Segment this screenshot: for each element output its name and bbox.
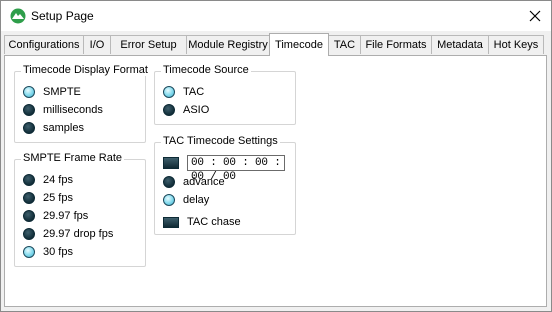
radio-samples[interactable]: samples xyxy=(23,120,84,136)
timecode-input[interactable]: 00 : 00 : 00 : 00 / 00 xyxy=(187,155,285,183)
frame-rate-group: SMPTE Frame Rate 24 fps 25 fps 29.97 fps… xyxy=(14,152,146,267)
tab-io[interactable]: I/O xyxy=(83,35,111,54)
timecode-source-group: Timecode Source TAC ASIO xyxy=(154,64,296,125)
tac-settings-title: TAC Timecode Settings xyxy=(161,135,280,147)
radio-30fps[interactable]: 30 fps xyxy=(23,244,73,260)
radio-source-tac[interactable]: TAC xyxy=(163,84,204,100)
tab-error-setup[interactable]: Error Setup xyxy=(110,35,187,54)
window-title: Setup Page xyxy=(31,9,94,23)
radio-led-icon xyxy=(23,228,35,240)
title-bar: Setup Page xyxy=(1,1,551,31)
setup-window: Setup Page Configurations I/O Error Setu… xyxy=(0,0,552,312)
radio-delay[interactable]: delay xyxy=(163,192,209,208)
radio-milliseconds[interactable]: milliseconds xyxy=(23,102,103,118)
display-format-title: Timecode Display Format xyxy=(21,64,150,76)
radio-2997-drop-fps[interactable]: 29.97 drop fps xyxy=(23,226,113,242)
radio-led-icon xyxy=(23,246,35,258)
tab-file-formats[interactable]: File Formats xyxy=(360,35,432,54)
tab-strip: Configurations I/O Error Setup Module Re… xyxy=(4,33,549,56)
tac-chase-toggle[interactable]: TAC chase xyxy=(163,214,241,230)
tab-module-registry[interactable]: Module Registry xyxy=(186,35,270,54)
tab-configurations[interactable]: Configurations xyxy=(4,35,84,54)
toggle-led-icon xyxy=(163,216,179,228)
radio-led-icon xyxy=(23,210,35,222)
radio-led-icon xyxy=(23,174,35,186)
timecode-source-title: Timecode Source xyxy=(161,64,251,76)
radio-led-icon xyxy=(163,104,175,116)
radio-24fps[interactable]: 24 fps xyxy=(23,172,73,188)
timecode-row: 00 : 00 : 00 : 00 / 00 xyxy=(163,155,285,183)
radio-25fps[interactable]: 25 fps xyxy=(23,190,73,206)
radio-led-icon xyxy=(23,122,35,134)
radio-led-icon xyxy=(163,176,175,188)
tab-timecode[interactable]: Timecode xyxy=(269,33,329,56)
tab-metadata[interactable]: Metadata xyxy=(431,35,489,54)
radio-smpte[interactable]: SMPTE xyxy=(23,84,81,100)
tab-hot-keys[interactable]: Hot Keys xyxy=(488,35,544,54)
radio-led-icon xyxy=(163,194,175,206)
close-icon xyxy=(529,10,541,22)
radio-led-icon xyxy=(23,192,35,204)
tac-timecode-settings-group: TAC Timecode Settings 00 : 00 : 00 : 00 … xyxy=(154,135,296,235)
radio-source-asio[interactable]: ASIO xyxy=(163,102,209,118)
timecode-panel: Timecode Display Format SMPTE millisecon… xyxy=(4,55,547,307)
radio-2997fps[interactable]: 29.97 fps xyxy=(23,208,88,224)
tab-tac[interactable]: TAC xyxy=(328,35,361,54)
display-format-group: Timecode Display Format SMPTE millisecon… xyxy=(14,64,150,143)
radio-advance[interactable]: advance xyxy=(163,174,225,190)
frame-rate-title: SMPTE Frame Rate xyxy=(21,152,125,164)
radio-led-icon xyxy=(23,104,35,116)
close-button[interactable] xyxy=(519,1,551,31)
radio-led-icon xyxy=(163,86,175,98)
app-logo-icon xyxy=(10,8,26,24)
radio-led-icon xyxy=(23,86,35,98)
timecode-set-button[interactable] xyxy=(163,157,179,169)
